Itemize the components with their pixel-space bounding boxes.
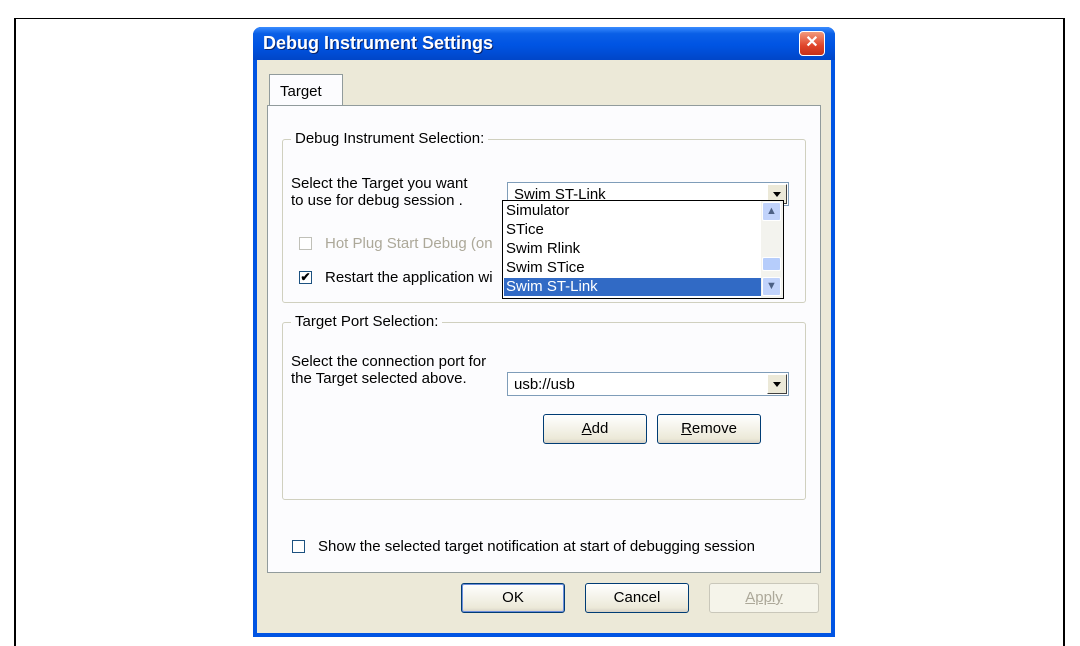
port-label-line2: the Target selected above. <box>291 370 467 387</box>
dropdown-option-swim-stice[interactable]: Swim STice <box>506 259 585 277</box>
checkmark-icon: ✔ <box>300 270 311 284</box>
remove-button-label: emove <box>691 420 737 437</box>
apply-button-label: Apply <box>745 589 783 606</box>
debug-instrument-caption: Debug Instrument Selection: <box>291 130 489 147</box>
dropdown-option-simulator[interactable]: Simulator <box>506 202 569 220</box>
debug-settings-dialog: Debug Instrument Settings ✕ Target Debug… <box>253 27 835 637</box>
port-select[interactable]: usb://usb <box>507 372 789 396</box>
port-select-value: usb://usb <box>514 376 575 393</box>
title-bar[interactable]: Debug Instrument Settings ✕ <box>253 27 835 60</box>
remove-button-mnemonic: R <box>681 420 692 437</box>
port-label-line1: Select the connection port for <box>291 353 487 370</box>
tab-target-label: Target <box>280 83 322 100</box>
ok-button-label: OK <box>502 589 524 606</box>
add-button-label: dd <box>591 420 609 437</box>
add-button[interactable]: Add <box>543 414 647 444</box>
dropdown-option-stice[interactable]: STice <box>506 221 544 239</box>
scroll-thumb[interactable] <box>762 257 781 271</box>
tab-target[interactable]: Target <box>269 74 343 106</box>
dropdown-option-swim-rlink[interactable]: Swim Rlink <box>506 240 580 258</box>
dropdown-option-swim-st-link[interactable]: Swim ST-Link <box>504 278 761 296</box>
target-label-line2: to use for debug session . <box>291 192 463 209</box>
target-label-line1: Select the Target you want <box>291 175 468 192</box>
dialog-title: Debug Instrument Settings <box>263 33 494 53</box>
hot-plug-label: Hot Plug Start Debug (on <box>325 235 493 252</box>
dialog-client-area: Target Debug Instrument Selection: Selec… <box>257 60 831 633</box>
ok-button[interactable]: OK <box>461 583 565 613</box>
target-dropdown-list[interactable]: Simulator STice Swim Rlink Swim STice Sw… <box>502 200 784 299</box>
scroll-down-icon[interactable]: ▼ <box>762 277 781 296</box>
chevron-down-icon[interactable] <box>767 374 787 394</box>
apply-button[interactable]: Apply <box>709 583 819 613</box>
cancel-button[interactable]: Cancel <box>585 583 689 613</box>
dropdown-scrollbar[interactable]: ▲ ▼ <box>761 201 783 298</box>
add-button-mnemonic: A <box>581 420 592 437</box>
remove-button[interactable]: Remove <box>657 414 761 444</box>
restart-label: Restart the application wi <box>325 269 493 286</box>
close-icon: ✕ <box>805 34 819 51</box>
notification-checkbox[interactable] <box>292 540 305 553</box>
tab-page: Debug Instrument Selection: Select the T… <box>267 105 821 573</box>
hot-plug-checkbox[interactable] <box>299 237 312 250</box>
target-port-caption: Target Port Selection: <box>291 313 443 330</box>
notification-label: Show the selected target notification at… <box>318 538 755 555</box>
scroll-up-icon[interactable]: ▲ <box>762 202 781 221</box>
target-port-group: Target Port Selection: Select the connec… <box>282 313 806 500</box>
close-button[interactable]: ✕ <box>799 31 825 56</box>
restart-checkbox[interactable]: ✔ <box>299 271 312 284</box>
cancel-button-label: Cancel <box>613 589 661 606</box>
